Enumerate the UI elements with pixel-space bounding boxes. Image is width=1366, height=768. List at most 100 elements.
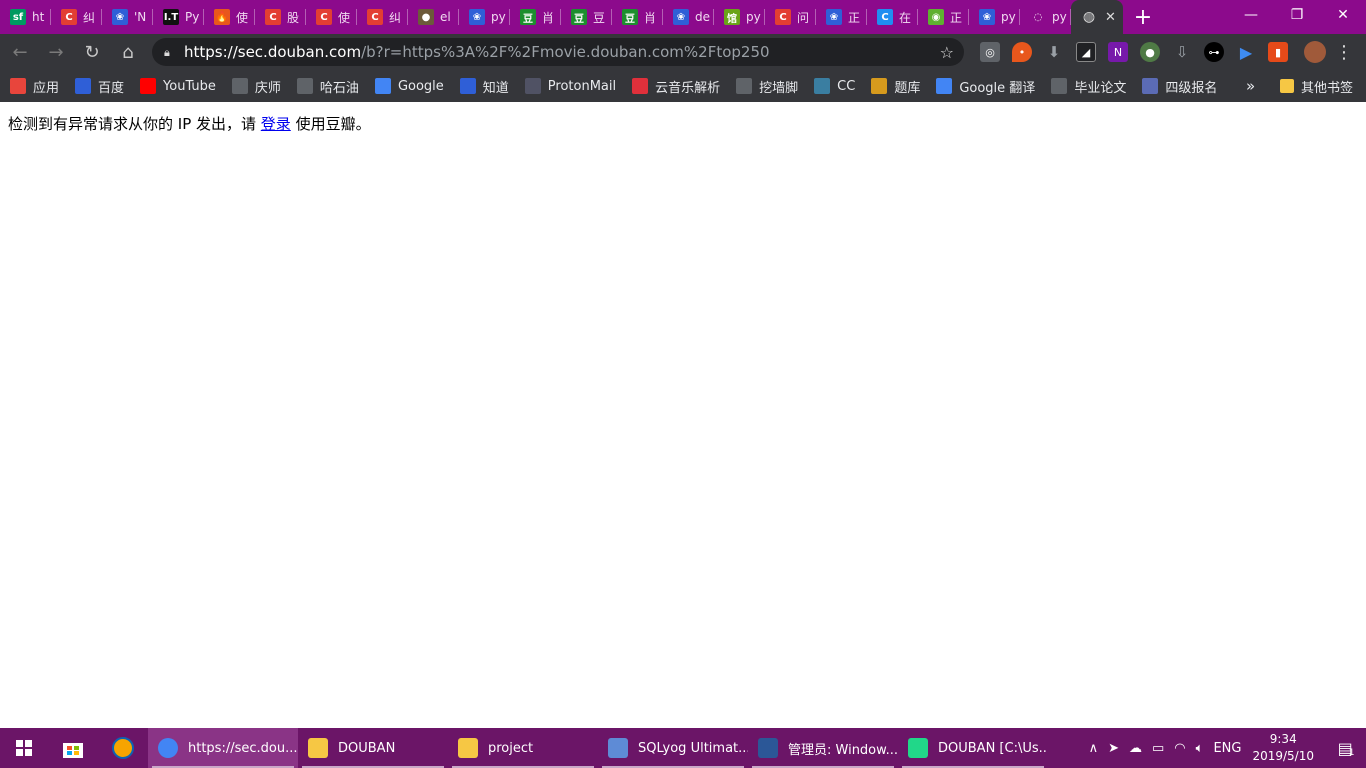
minimize-button[interactable]: —	[1228, 0, 1274, 30]
ime-indicator[interactable]: ENG	[1213, 741, 1241, 756]
bookmark-item[interactable]: 四级报名	[1142, 77, 1217, 96]
extension-aperture-icon[interactable]: ◎	[980, 42, 1000, 62]
clock[interactable]: 9:34 2019/5/10	[1252, 731, 1314, 765]
taskbar-app[interactable]: https://sec.dou...	[148, 728, 298, 768]
browser-tab[interactable]: sf ht	[0, 0, 51, 34]
chat-bubble-icon: ◉	[928, 9, 944, 25]
other-bookmarks-label: 其他书签	[1301, 80, 1354, 96]
tab-list: sf ht C 纠 ❀ 'N I.T Py 🔥 使 C 股 C 使 C 纠 ● el ❀ py 豆肖豆豆豆肖 ❀ de 馆 py…	[0, 0, 1123, 34]
globe-icon: ◍	[1082, 9, 1096, 25]
bookmark-item[interactable]: ProtonMail	[524, 78, 616, 94]
browser-tab[interactable]: ◌ py	[1020, 0, 1071, 34]
browser-tab[interactable]: C纠	[51, 0, 102, 34]
bookmark-item[interactable]: 应用	[10, 77, 59, 96]
active-tab[interactable]: ◍ ✕	[1071, 0, 1123, 34]
browser-tab[interactable]: C使	[306, 0, 357, 34]
browser-tab[interactable]: ❀ 正	[816, 0, 867, 34]
bookmark-star-icon[interactable]: ☆	[940, 43, 954, 62]
taskbar-app[interactable]: DOUBAN [C:\Us...	[898, 728, 1048, 768]
bookmark-item[interactable]: 知道	[459, 77, 509, 96]
browser-tab[interactable]: 🔥 使	[204, 0, 255, 34]
action-center-button[interactable]: ▤ 1	[1326, 728, 1366, 768]
taskbar-app[interactable]: SQLyog Ultimat...	[598, 728, 748, 768]
taskbar-app-list: https://sec.dou... DOUBAN project SQLyog Ul…	[148, 728, 1048, 768]
bookmark-item[interactable]: 毕业论文	[1051, 77, 1126, 96]
other-bookmarks-folder[interactable]: 其他书签	[1280, 70, 1353, 102]
bookmark-label: 应用	[33, 80, 60, 96]
browser-tab[interactable]: ❀ 'N	[102, 0, 153, 34]
taskbar-app[interactable]: project	[448, 728, 598, 768]
url-host: https://sec.douban.com	[184, 43, 362, 61]
browser-tab[interactable]: I.T Py	[153, 0, 204, 34]
forward-button[interactable]: →	[40, 36, 72, 68]
browser-tab[interactable]: 豆肖	[510, 0, 561, 34]
extension-frame-icon[interactable]: ◢	[1076, 42, 1096, 62]
browser-tab[interactable]: C纠	[357, 0, 408, 34]
lock-icon[interactable]: 🔒︎	[164, 46, 174, 59]
browser-tab[interactable]: 豆肖	[612, 0, 663, 34]
restore-button[interactable]: ❐	[1274, 0, 1320, 30]
bookmark-item[interactable]: 题库	[871, 77, 920, 96]
extension-download-icon[interactable]: ⇩	[1172, 42, 1192, 62]
extension-key-icon[interactable]: ⊶	[1204, 42, 1224, 62]
telegram-icon[interactable]: ➤	[1108, 741, 1119, 756]
extension-office-icon[interactable]: ▮	[1268, 42, 1288, 62]
bookmark-item[interactable]: Google 翻译	[936, 77, 1035, 96]
extension-play-icon[interactable]: ▶	[1236, 42, 1256, 62]
taskbar-app[interactable]: 管理员: Window...	[748, 728, 898, 768]
volume-icon[interactable]: 🔈︎	[1196, 741, 1204, 756]
bookmarks-overflow-button[interactable]: »	[1246, 70, 1255, 102]
store-icon[interactable]	[48, 728, 98, 768]
browser-tab[interactable]: ❀ py	[969, 0, 1020, 34]
taskbar-app[interactable]: DOUBAN	[298, 728, 448, 768]
bookmark-item[interactable]: 庆师	[231, 77, 281, 96]
cc-icon	[814, 78, 831, 94]
extension-location-pin-icon[interactable]: •	[1012, 42, 1032, 62]
new-tab-button[interactable]: +	[1123, 0, 1163, 34]
address-bar[interactable]: 🔒︎ https://sec.douban.com/b?r=https%3A%2…	[152, 38, 964, 66]
tab-title: 正	[950, 10, 963, 25]
browser-tab[interactable]: ◉ 正	[918, 0, 969, 34]
bookmark-item[interactable]: 百度	[75, 77, 124, 96]
bookmark-label: 题库	[894, 80, 921, 96]
extension-avatar-icon[interactable]: ●	[1140, 42, 1160, 62]
browser-tab[interactable]: C问	[765, 0, 816, 34]
baidu-paw-icon	[75, 78, 92, 94]
profile-avatar[interactable]	[1304, 41, 1326, 63]
system-tray: ∧ ➤ ☁ ▭ ◠ 🔈︎ ENG 9:34 2019/5/10 ▤ 1	[1084, 728, 1366, 768]
bookmark-label: 毕业论文	[1074, 80, 1127, 96]
url-text[interactable]: https://sec.douban.com/b?r=https%3A%2F%2…	[184, 43, 770, 61]
chrome-icon	[158, 738, 178, 758]
close-tab-icon[interactable]: ✕	[1105, 10, 1116, 25]
bookmark-item[interactable]: 挖墙脚	[736, 77, 798, 96]
extension-onenote-icon[interactable]: N	[1108, 42, 1128, 62]
battery-icon[interactable]: ▭	[1152, 741, 1164, 756]
bookmark-item[interactable]: 云音乐解析	[632, 77, 720, 96]
onedrive-cloud-icon[interactable]: ☁	[1129, 741, 1142, 756]
bookmark-item[interactable]: CC	[814, 78, 855, 94]
login-link[interactable]: 登录	[261, 115, 291, 133]
browser-tab[interactable]: 豆豆	[561, 0, 612, 34]
browser-tab[interactable]: 馆 py	[714, 0, 765, 34]
bookmark-label: Google	[397, 78, 444, 94]
bookmark-item[interactable]: 哈石油	[296, 77, 359, 96]
browser-tab[interactable]: ● el	[408, 0, 459, 34]
extension-download-arrow-icon[interactable]: ⬇	[1044, 42, 1064, 62]
chrome-menu-icon[interactable]: ⋮	[1332, 42, 1356, 63]
browser-tab[interactable]: C股	[255, 0, 306, 34]
start-button[interactable]	[0, 728, 48, 768]
tray-chevron-icon[interactable]: ∧	[1089, 741, 1099, 756]
home-button[interactable]: ⌂	[112, 36, 144, 68]
bookmark-item[interactable]: Google	[374, 78, 444, 94]
notification-count: 1	[1348, 748, 1355, 758]
bookmark-item[interactable]: YouTube	[140, 78, 216, 94]
browser-tab[interactable]: C在	[867, 0, 918, 34]
reload-button[interactable]: ↻	[76, 36, 108, 68]
store-bag-icon	[63, 743, 83, 758]
browser-tab[interactable]: ❀ de	[663, 0, 714, 34]
back-button[interactable]: ←	[4, 36, 36, 68]
wifi-icon[interactable]: ◠	[1174, 741, 1185, 756]
browser-tab[interactable]: ❀ py	[459, 0, 510, 34]
close-window-button[interactable]: ✕	[1320, 0, 1366, 30]
cam-app-icon[interactable]	[98, 728, 148, 768]
